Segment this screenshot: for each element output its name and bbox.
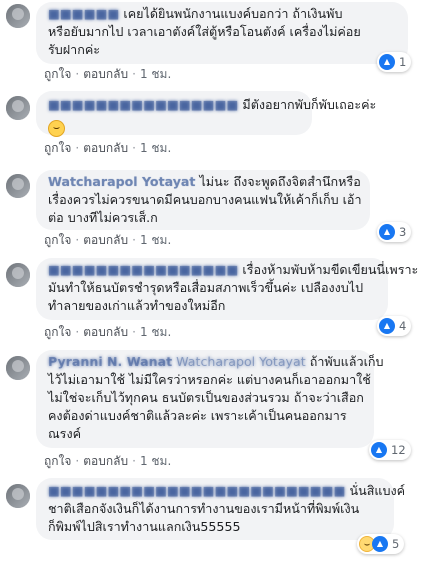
timestamp[interactable]: 1 ชม. xyxy=(140,233,171,247)
reply-link[interactable]: ตอบกลับ xyxy=(83,141,128,155)
comment-text-line: ถ้าพับแล้วเก็บ xyxy=(309,354,384,369)
comment-text-line: เคยได้ยินพนักงานแบงค์บอกว่า ถ้าเงินพับ xyxy=(123,6,343,21)
reaction-summary[interactable]: ▲ 3 xyxy=(377,222,412,242)
like-icon: ▲ xyxy=(372,536,388,552)
timestamp[interactable]: 1 ชม. xyxy=(140,325,171,339)
like-icon: ▲ xyxy=(371,442,387,458)
comment-actions: ถูกใจ · ตอบกลับ · 1 ชม. xyxy=(44,454,172,468)
like-link[interactable]: ถูกใจ xyxy=(44,233,71,247)
comment-text-line: มันทำให้ธนบัตรชำรุดหรือเสื่อมสภาพเร็วขึ้… xyxy=(48,280,364,295)
like-link[interactable]: ถูกใจ xyxy=(44,141,71,155)
reply-link[interactable]: ตอบกลับ xyxy=(83,67,128,81)
comment-text-line: ณรงค์ xyxy=(48,426,82,441)
avatar[interactable] xyxy=(6,356,30,380)
reply-link[interactable]: ตอบกลับ xyxy=(83,233,128,247)
like-link[interactable]: ถูกใจ xyxy=(44,325,71,339)
reaction-summary[interactable]: ⌣ ▲ 5 xyxy=(357,534,405,554)
laughing-emoji: ⌣ xyxy=(48,120,65,137)
reply-link[interactable]: ตอบกลับ xyxy=(83,454,128,468)
avatar[interactable] xyxy=(6,96,30,120)
tagged-user[interactable]: Watcharapol Yotayat xyxy=(176,354,306,369)
comment-bubble: ■■■■■■■■■■■■■■■■ มีตังอยากพับก็พับเถอะค่ะ… xyxy=(36,91,376,137)
comment-bubble: ■■■■■■ เคยได้ยินพนักงานแบงค์บอกว่า ถ้าเงิ… xyxy=(36,2,408,64)
comment-text-line: มีตังอยากพับก็พับเถอะค่ะ xyxy=(242,97,377,112)
comment-actions: ถูกใจ · ตอบกลับ · 1 ชม. xyxy=(44,67,172,81)
comment-text-line: ต่อ บางทีไม่ควรเส็.ก xyxy=(48,210,158,225)
reaction-summary[interactable]: ▲ 12 xyxy=(369,440,411,460)
comment-bubble: ■■■■■■■■■■■■■■■■■■■■■■■■■ นั่นสิแบงค์ ชาต… xyxy=(36,478,405,540)
commenter-name[interactable]: ■■■■■■■■■■■■■■■■■■■■■■■■■ xyxy=(48,483,345,498)
comment-text-line: หรือยับมากไป เวลาเอาตังค์ใส่ตู้หรือโอนตั… xyxy=(48,24,361,39)
comment-text-line: คงต้องด่าแบงค์ชาติแล้วละค่ะ เพราะเค้าเป็… xyxy=(48,408,347,423)
like-icon: ▲ xyxy=(379,318,395,334)
timestamp[interactable]: 1 ชม. xyxy=(140,454,171,468)
avatar[interactable] xyxy=(6,174,30,198)
comment-text-line: เรื่องควรไม่ควรขนาดมีคนบอกบางคนแฟนให้เค้… xyxy=(48,192,362,207)
commenter-name[interactable]: ■■■■■■ xyxy=(48,6,119,21)
comment-text-line: ไม่ใช่จะเก็บไว้ทุกคน ธนบัตรเป็นของส่วนรว… xyxy=(48,390,364,405)
reaction-count: 5 xyxy=(392,537,400,551)
comment-actions: ถูกใจ · ตอบกลับ · 1 ชม. xyxy=(44,325,172,339)
reaction-count: 4 xyxy=(399,319,407,333)
comment-bubble: ■■■■■■■■■■■■■■■■ เรื่องห้ามพับห้ามขีดเขีย… xyxy=(36,258,418,320)
like-link[interactable]: ถูกใจ xyxy=(44,67,71,81)
commenter-name[interactable]: Watcharapol Yotayat xyxy=(48,174,195,189)
comment-text-line: ไว้ไม่เอามาใช้ ไม่มีใครว่าหรอกค่ะ แต่บาง… xyxy=(48,372,371,387)
reaction-summary[interactable]: ▲ 4 xyxy=(377,316,412,336)
commenter-name[interactable]: Pyranni N. Wanat xyxy=(48,354,172,369)
comment-text-line: รับฝากค่ะ xyxy=(48,42,101,57)
commenter-name[interactable]: ■■■■■■■■■■■■■■■■ xyxy=(48,262,238,277)
avatar[interactable] xyxy=(6,484,30,508)
reaction-count: 1 xyxy=(399,55,407,69)
comment-text-line: นั่นสิแบงค์ xyxy=(349,483,406,498)
comment-text-line: ชาติเสือกจังเงินก็ได้งานการทำงานของเรามี… xyxy=(48,501,360,516)
reply-link[interactable]: ตอบกลับ xyxy=(83,325,128,339)
like-icon: ▲ xyxy=(379,54,395,70)
like-link[interactable]: ถูกใจ xyxy=(44,454,71,468)
comment-actions: ถูกใจ · ตอบกลับ · 1 ชม. xyxy=(44,141,172,155)
reaction-summary[interactable]: ▲ 1 xyxy=(377,52,412,72)
timestamp[interactable]: 1 ชม. xyxy=(140,141,171,155)
comment-text-line: เรื่องห้ามพับห้ามขีดเขียนนี่เพราะ xyxy=(242,262,419,277)
like-icon: ▲ xyxy=(379,224,395,240)
comment-text-line: ก็พิมพ์ไปสิเราทำงานแลกเงิน55555 xyxy=(48,519,241,534)
commenter-name[interactable]: ■■■■■■■■■■■■■■■■ xyxy=(48,97,238,112)
timestamp[interactable]: 1 ชม. xyxy=(140,67,171,81)
comment-bubble: Pyranni N. Wanat Watcharapol Yotayat ถ้าพ… xyxy=(36,350,384,448)
avatar[interactable] xyxy=(6,263,30,287)
comment-text-line: ทำลายของเก่าแล้วทำของใหม่อีก xyxy=(48,298,226,313)
reaction-count: 3 xyxy=(399,225,407,239)
avatar[interactable] xyxy=(6,4,30,28)
reaction-count: 12 xyxy=(391,443,406,457)
comment-actions: ถูกใจ · ตอบกลับ · 1 ชม. xyxy=(44,233,172,247)
comment-text-line: ไม่นะ ถึงจะพูดถึงจิตสำนึกหรือ xyxy=(199,174,361,189)
comment-bubble: Watcharapol Yotayat ไม่นะ ถึงจะพูดถึงจิตส… xyxy=(36,170,370,230)
